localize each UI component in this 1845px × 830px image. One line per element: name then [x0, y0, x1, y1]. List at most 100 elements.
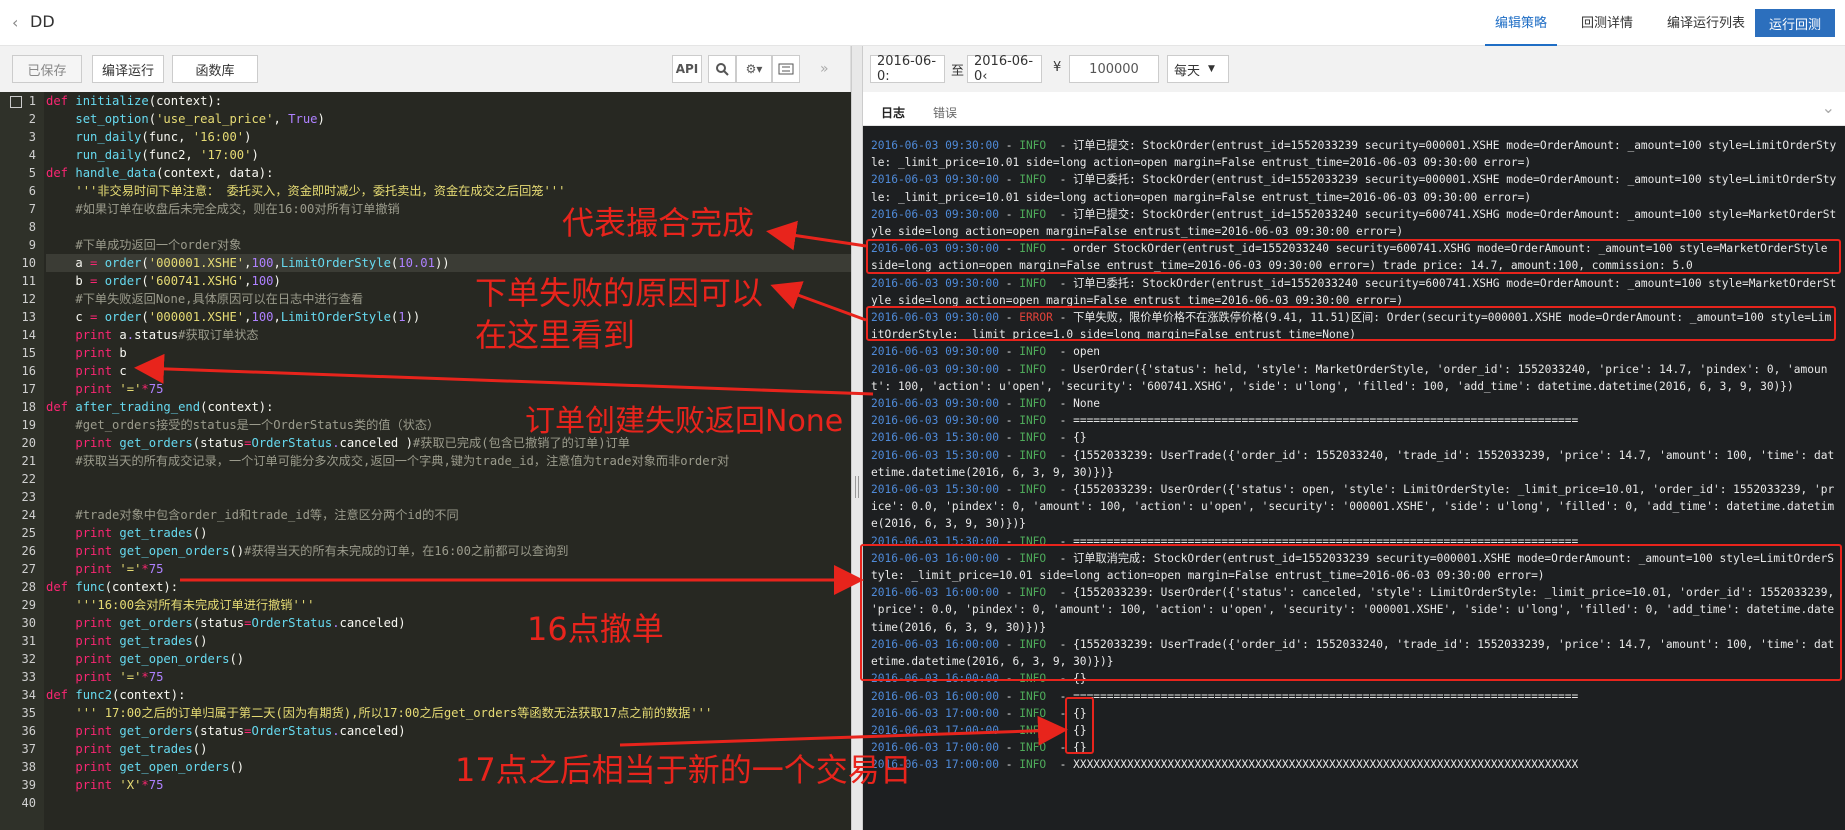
code-line[interactable]: print get_orders(status=OrderStatus.canc…: [46, 722, 851, 740]
code-line[interactable]: ''' 17:00之后的订单归属于第二天(因为有期货),所以17:00之后get…: [46, 704, 851, 722]
line-number: 33: [21, 670, 36, 684]
line-number: 20: [21, 436, 36, 450]
annotation-cancel-16: 16点撤单: [527, 610, 664, 648]
code-line[interactable]: #获取当天的所有成交记录，一个订单可能分多次成交,返回一个字典,键为trade_…: [46, 452, 851, 470]
code-line[interactable]: def func(context):: [46, 578, 851, 596]
code-line[interactable]: print b: [46, 344, 851, 362]
log-entry: 2016-06-03 17:00:00 - INFO - {}: [871, 741, 1087, 755]
line-number: 7: [28, 202, 36, 216]
function-library-button[interactable]: 函数库: [172, 55, 258, 83]
code-line[interactable]: '''16:00会对所有未完成订单进行撤销''': [46, 596, 851, 614]
log-entry: 2016-06-03 15:30:00 - INFO - {}: [871, 431, 1087, 445]
log-entry: 2016-06-03 09:30:00 - INFO - UserOrder({…: [871, 362, 1828, 393]
capital-input[interactable]: 100000: [1069, 55, 1159, 83]
line-number: 38: [21, 760, 36, 774]
gear-icon[interactable]: ⚙▾: [736, 55, 772, 83]
code-line[interactable]: print get_trades(): [46, 524, 851, 542]
annotation-box-17: [1065, 697, 1094, 754]
double-chevron-right-icon[interactable]: »: [820, 61, 829, 77]
caret-down-icon: ▼: [1208, 64, 1215, 74]
code-line[interactable]: set_option('use_real_price', True): [46, 110, 851, 128]
annotation-box-error: [866, 306, 1836, 341]
line-number: 5: [28, 166, 36, 180]
code-line[interactable]: print '='*75: [46, 560, 851, 578]
line-number: 3: [28, 130, 36, 144]
tab-compile-run-list[interactable]: 编译运行列表: [1657, 0, 1755, 46]
annotation-fail-none: 订单创建失败返回None: [525, 404, 844, 439]
line-number-gutter: 1 2 3 4 5 6 7 8 9 10 11 12 13 14 15 16 17 18 19 20 21 22 23 24 2…: [0, 92, 44, 830]
to-label: 至: [951, 64, 965, 79]
line-number: 39: [21, 778, 36, 792]
code-line[interactable]: print get_trades(): [46, 632, 851, 650]
annotation-box-cancel: [860, 544, 1842, 681]
api-button[interactable]: API: [672, 55, 702, 83]
tab-errors[interactable]: 错误: [933, 104, 957, 121]
tab-backtest-details[interactable]: 回测详情: [1571, 0, 1643, 46]
annotation-after-17: 17点之后相当于新的一个交易日: [455, 751, 912, 789]
line-number: 14: [21, 328, 36, 342]
line-number: 9: [28, 238, 36, 252]
backtest-toolbar: 2016-06-0: 至 2016-06-0‹ ¥ 100000 每天 ▼: [863, 46, 1845, 92]
line-number: 35: [21, 706, 36, 720]
code-line[interactable]: [46, 794, 851, 812]
compile-run-button[interactable]: 编译运行: [92, 55, 164, 83]
line-number: 21: [21, 454, 36, 468]
fold-marker-icon[interactable]: [10, 96, 22, 108]
start-date-input[interactable]: 2016-06-0:: [870, 54, 945, 84]
keyboard-icon[interactable]: [772, 55, 800, 83]
log-entry: 2016-06-03 15:30:00 - INFO - {1552033239…: [871, 483, 1835, 531]
chevron-left-icon[interactable]: ‹: [12, 13, 18, 32]
top-header: ‹ DD 编辑策略 回测详情 编译运行列表 回测列表: [0, 0, 1845, 46]
code-line[interactable]: #trade对象中包含order_id和trade_id等，注意区分两个id的不…: [46, 506, 851, 524]
line-number: 12: [21, 292, 36, 306]
end-date-input[interactable]: 2016-06-0‹: [967, 54, 1042, 84]
log-entry: 2016-06-03 09:30:00 - INFO - ===========…: [871, 414, 1579, 428]
code-line[interactable]: [46, 488, 851, 506]
tab-edit-strategy[interactable]: 编辑策略: [1484, 0, 1557, 46]
search-icon[interactable]: [708, 55, 736, 83]
line-number: 27: [21, 562, 36, 576]
line-number: 34: [21, 688, 36, 702]
log-entry: 2016-06-03 17:00:00 - INFO - {}: [871, 723, 1087, 737]
line-number: 4: [28, 148, 36, 162]
log-entry: 2016-06-03 09:30:00 - INFO - 订单已委托: Stoc…: [871, 276, 1837, 307]
double-chevron-down-icon[interactable]: ⌄: [1822, 98, 1835, 117]
line-number: 37: [21, 742, 36, 756]
run-backtest-button[interactable]: 运行回测: [1755, 9, 1835, 37]
editor-toolbar: 已保存 编译运行 函数库 API ⚙▾ »: [0, 46, 851, 92]
code-line[interactable]: def handle_data(context, data):: [46, 164, 851, 182]
code-line[interactable]: print a.status#获取订单状态: [46, 326, 851, 344]
line-number: 25: [21, 526, 36, 540]
line-number: 8: [28, 220, 36, 234]
annotation-box-trade: [866, 239, 1841, 274]
line-number: 10: [21, 256, 36, 270]
saved-button[interactable]: 已保存: [12, 55, 82, 83]
split-handle[interactable]: [851, 46, 863, 830]
code-line[interactable]: def initialize(context):: [46, 92, 851, 110]
line-number: 30: [21, 616, 36, 630]
line-number: 31: [21, 634, 36, 648]
line-number: 36: [21, 724, 36, 738]
code-line[interactable]: run_daily(func2, '17:00'): [46, 146, 851, 164]
code-line[interactable]: def func2(context):: [46, 686, 851, 704]
line-number: 13: [21, 310, 36, 324]
tab-log[interactable]: 日志: [881, 104, 906, 128]
log-entry: 2016-06-03 09:30:00 - INFO - 订单已委托: Stoc…: [871, 173, 1837, 204]
line-number: 22: [21, 472, 36, 486]
code-line[interactable]: run_daily(func, '16:00'): [46, 128, 851, 146]
code-line[interactable]: print get_open_orders(): [46, 650, 851, 668]
annotation-fail-reason-2: 在这里看到: [475, 316, 636, 354]
line-number: 28: [21, 580, 36, 594]
log-entry: 2016-06-03 09:30:00 - INFO - 订单已提交: Stoc…: [871, 139, 1837, 170]
line-number: 19: [21, 418, 36, 432]
code-line[interactable]: print get_orders(status=OrderStatus.canc…: [46, 614, 851, 632]
code-line[interactable]: print get_open_orders()#获得当天的所有未完成的订单，在1…: [46, 542, 851, 560]
log-entry: 2016-06-03 16:00:00 - INFO - ===========…: [871, 689, 1579, 703]
line-number: 1: [28, 94, 36, 108]
frequency-select[interactable]: 每天 ▼: [1167, 55, 1229, 83]
code-line[interactable]: print c: [46, 362, 851, 380]
log-tabs: 日志 错误 ⌄: [863, 92, 1845, 128]
code-line[interactable]: [46, 470, 851, 488]
code-line[interactable]: print '='*75: [46, 668, 851, 686]
line-number: 40: [21, 796, 36, 810]
